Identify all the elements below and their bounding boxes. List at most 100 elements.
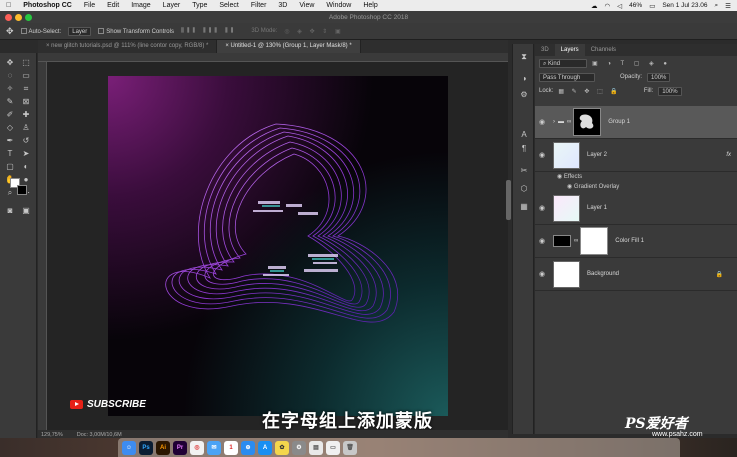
tab-label[interactable]: Untitled-1 @ 130% (Group 1, Layer Mask/8… (231, 43, 352, 49)
swatches-icon[interactable]: ▦ (518, 202, 530, 212)
fill-swatch-thumbnail[interactable] (553, 235, 571, 247)
datetime[interactable]: Sen 1 Jul 23.06 (662, 2, 707, 9)
frame-tool-icon[interactable]: ⊠ (20, 96, 32, 107)
auto-select-checkbox[interactable]: Auto-Select: (20, 27, 61, 35)
blend-mode-dropdown[interactable]: Pass Through (539, 72, 595, 82)
eraser-tool-icon[interactable]: ◇ (4, 122, 16, 133)
layer-group-1[interactable]: ◉ › ▬ ∞ Group 1 (535, 106, 737, 139)
dock-settings-icon[interactable]: ⚙ (292, 440, 306, 455)
tab-3d[interactable]: 3D (535, 44, 555, 56)
paragraph-icon[interactable]: ¶ (518, 144, 530, 154)
checkbox-box[interactable] (20, 27, 27, 34)
apple-icon[interactable]:  (0, 2, 17, 9)
transform-controls-checkbox[interactable]: Show Transform Controls (98, 27, 174, 35)
screen-mode-icon[interactable]: ▣ (20, 205, 32, 216)
menu-edit[interactable]: Edit (101, 2, 125, 9)
fill-input[interactable]: 100% (658, 86, 682, 96)
menu-window[interactable]: Window (320, 2, 357, 9)
menu-filter[interactable]: Filter (245, 2, 273, 9)
history-icon[interactable]: ⧗ (518, 52, 530, 62)
lasso-tool-icon[interactable]: ◌ (4, 70, 16, 81)
menu-layer[interactable]: Layer (157, 2, 187, 9)
blur-tool-icon[interactable]: ● (20, 174, 32, 185)
dock-safari-icon[interactable]: ⊕ (241, 440, 255, 455)
visibility-eye-icon[interactable]: ◉ (535, 151, 549, 159)
dock-illustrator-icon[interactable]: Ai (156, 440, 170, 455)
menu-view[interactable]: View (293, 2, 320, 9)
zoom-level[interactable]: 129,75% (41, 432, 63, 438)
3d-icons[interactable]: ◎ ◈ ✥ ⇕ ▣ (284, 28, 343, 35)
dock-calendar-icon[interactable]: 1 (224, 440, 238, 455)
effect-eye-icon[interactable]: ◉ (567, 184, 572, 190)
dock-folder-icon[interactable]: ▭ (326, 440, 340, 455)
subscribe-badge[interactable]: SUBSCRIBE (70, 399, 146, 410)
layer-mask-thumbnail[interactable] (573, 108, 602, 136)
rectangle-tool-icon[interactable]: ▢ (4, 161, 16, 172)
clone-source-icon[interactable]: ⬡ (518, 184, 530, 194)
layer-thumbnail[interactable] (553, 194, 580, 222)
filter-kind-dropdown[interactable]: ⌕ Kind (539, 58, 587, 68)
path-select-icon[interactable]: ➤ (20, 148, 32, 159)
minimize-window-button[interactable] (15, 14, 22, 21)
character-icon[interactable]: A (518, 130, 530, 140)
checkbox-box[interactable] (98, 27, 105, 34)
lock-icon[interactable]: 🔒 (716, 271, 723, 278)
move-tool-icon[interactable]: ✥ (6, 26, 14, 37)
type-tool-icon[interactable]: T (4, 148, 16, 159)
gradient-tool-icon[interactable]: ◐ (20, 161, 32, 172)
fx-badge[interactable]: fx (726, 152, 731, 158)
effects-row[interactable]: ◉ Effects (557, 173, 582, 180)
dock-files-icon[interactable]: ▤ (309, 440, 323, 455)
eyedropper-icon[interactable]: ✎ (4, 96, 16, 107)
tab-untitled-1[interactable]: × Untitled-1 @ 130% (Group 1, Layer Mask… (217, 40, 361, 53)
visibility-eye-icon[interactable]: ◉ (535, 270, 549, 278)
magic-wand-icon[interactable]: ✧ (4, 83, 16, 94)
history-brush-icon[interactable]: ↺ (20, 135, 32, 146)
layer-name[interactable]: Background (587, 271, 619, 277)
move-tool-icon[interactable]: ✥ (4, 57, 16, 68)
brush-settings-icon[interactable]: ✂ (518, 166, 530, 176)
pen-tool-icon[interactable]: ✒ (4, 135, 16, 146)
layer-color-fill-1[interactable]: ◉ ∞ Color Fill 1 (535, 225, 737, 258)
cloud-icon[interactable]: ☁ (591, 2, 598, 10)
filter-kind-label[interactable]: Kind (548, 61, 560, 67)
menu-help[interactable]: Help (357, 2, 383, 9)
layer-background[interactable]: ◉ Background 🔒 (535, 258, 737, 291)
menu-type[interactable]: Type (186, 2, 213, 9)
document-canvas[interactable] (108, 76, 448, 416)
tab-channels[interactable]: Channels (585, 44, 622, 56)
layer-layer-2[interactable]: ◉ Layer 2 fx (535, 139, 737, 172)
dock-premiere-icon[interactable]: Pr (173, 440, 187, 455)
tab-glitch-tutorial[interactable]: × new glitch tutorials.psd @ 111% (line … (38, 40, 218, 53)
volume-icon[interactable]: ◁ (617, 2, 622, 10)
layer-thumbnail[interactable] (553, 141, 580, 169)
layer-layer-1[interactable]: ◉ Layer 1 (535, 192, 737, 225)
visibility-eye-icon[interactable]: ◉ (535, 118, 549, 126)
menu-app-name[interactable]: Photoshop CC (17, 2, 78, 9)
layer-mask-thumbnail[interactable] (580, 227, 609, 255)
tab-layers[interactable]: Layers (554, 44, 585, 56)
close-window-button[interactable] (5, 14, 12, 21)
tab-label[interactable]: new glitch tutorials.psd @ 111% (line co… (51, 43, 208, 49)
dock-photoshop-icon[interactable]: Ps (139, 440, 153, 455)
marquee-tool-icon[interactable]: ▭ (20, 70, 32, 81)
zoom-window-button[interactable] (25, 14, 32, 21)
horizontal-ruler[interactable] (38, 53, 508, 62)
layer-name[interactable]: Group 1 (608, 119, 630, 125)
adjustments-icon[interactable]: ◑ (518, 74, 530, 84)
list-icon[interactable]: ☰ (725, 2, 731, 10)
stamp-tool-icon[interactable]: ♙ (20, 122, 32, 133)
background-color-swatch[interactable] (17, 185, 27, 195)
menu-select[interactable]: Select (213, 2, 244, 9)
search-icon[interactable]: ⌕ (715, 2, 719, 10)
expand-chevron-icon[interactable]: › (553, 119, 555, 125)
artboard-tool-icon[interactable]: ⬚ (20, 57, 32, 68)
effect-eye-icon[interactable]: ◉ (557, 174, 562, 180)
wifi-icon[interactable]: ◠ (605, 2, 611, 10)
visibility-eye-icon[interactable]: ◉ (535, 204, 549, 212)
dock-finder-icon[interactable]: ☺ (122, 440, 136, 455)
menu-image[interactable]: Image (125, 2, 156, 9)
battery-percent[interactable]: 46% (629, 2, 642, 9)
layer-name[interactable]: Color Fill 1 (615, 238, 644, 244)
dock-mail-icon[interactable]: ✉ (207, 440, 221, 455)
